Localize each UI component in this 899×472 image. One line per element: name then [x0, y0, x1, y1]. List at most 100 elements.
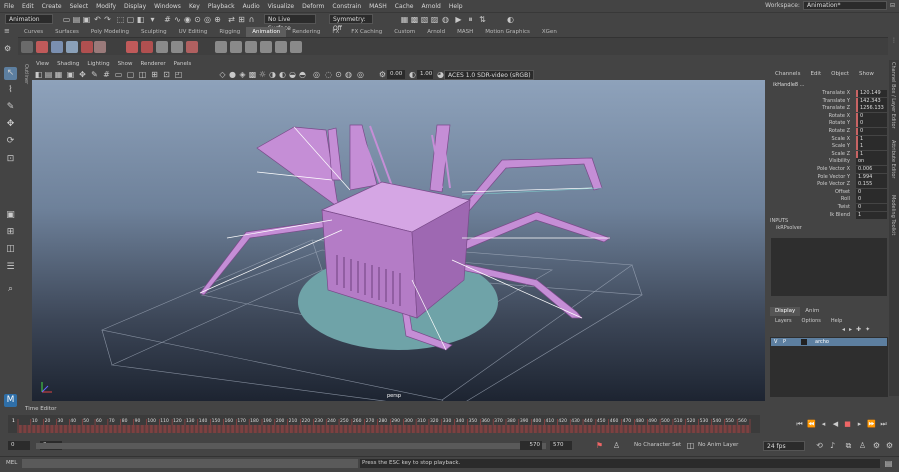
tab-xgen[interactable]: XGen [536, 27, 563, 37]
start-time-field[interactable]: 0 [8, 441, 30, 450]
go-to-start-icon[interactable]: ⏮ [795, 420, 804, 429]
new-layer-icon[interactable]: ✚ [856, 326, 861, 333]
safe-action-icon[interactable]: ⊡ [162, 70, 171, 79]
workspace-dropdown[interactable]: Animation* [802, 1, 887, 10]
tab-custom[interactable]: Custom [388, 27, 421, 37]
snap-live-icon[interactable]: ⊕ [213, 15, 222, 24]
shelf-constraint-orient-icon[interactable] [245, 41, 257, 53]
textured-icon[interactable]: ▩ [248, 70, 257, 79]
attr-value[interactable]: 120.149 [856, 90, 887, 97]
command-input[interactable] [22, 459, 358, 468]
tab-uv-editing[interactable]: UV Editing [173, 27, 214, 37]
menu-cache[interactable]: Cache [391, 3, 418, 10]
shelf-dope-sheet-icon[interactable] [66, 41, 78, 53]
menu-deform[interactable]: Deform [298, 3, 328, 10]
stop-icon[interactable]: ■ [843, 420, 852, 429]
render-view-icon[interactable]: ▦ [400, 15, 409, 24]
channel-menu-show[interactable]: Show [854, 70, 879, 79]
view-transform-dropdown[interactable]: ACES 1.0 SDR-video (sRGB) [444, 70, 534, 80]
shelf-motion-path-icon[interactable] [186, 41, 198, 53]
menu-help[interactable]: Help [445, 3, 467, 10]
ipr-render-icon[interactable]: ▧ [420, 15, 429, 24]
anim-layer-dropdown[interactable]: No Anim Layer [698, 441, 738, 450]
xray-joints-icon[interactable]: ⊙ [334, 70, 343, 79]
attr-row-pole-vector-z[interactable]: Pole Vector Z 0.155 [770, 181, 888, 189]
layer-tab-display[interactable]: Display [770, 307, 801, 316]
snap-curve-icon[interactable]: ∿ [173, 15, 182, 24]
single-view-icon[interactable]: ▣ [4, 209, 17, 222]
inputs-item[interactable]: ikRPsolver [776, 225, 802, 231]
menu-constrain[interactable]: Constrain [328, 3, 365, 10]
step-forward-key-icon[interactable]: ⏩ [867, 420, 876, 429]
shelf-set-breakdown-icon[interactable] [81, 41, 93, 53]
rotate-tool-icon[interactable]: ⟳ [4, 135, 17, 148]
shelf-scroll-icon[interactable]: ⋮ [891, 37, 899, 44]
tab-modeling-toolkit[interactable]: Modeling Toolkit [890, 195, 896, 235]
layer-tab-anim[interactable]: Anim [800, 307, 824, 316]
magnet-icon[interactable]: ∩ [247, 15, 256, 24]
zoom-icon[interactable]: ⌕ [4, 283, 17, 296]
attr-row-scale-y[interactable]: Scale Y 1 [770, 143, 888, 151]
character-icon[interactable]: ♙ [858, 441, 867, 450]
auto-key-icon[interactable]: ⚑ [595, 441, 604, 450]
preferences-icon[interactable]: ⚙ [872, 441, 881, 450]
xray-icon[interactable]: ◌ [324, 70, 333, 79]
shadows-icon[interactable]: ◑ [268, 70, 277, 79]
attr-row-pole-vector-x[interactable]: Pole Vector X 0.006 [770, 166, 888, 174]
tab-fx-caching[interactable]: FX Caching [345, 27, 388, 37]
lasso-tool-icon[interactable]: ⌇ [4, 84, 17, 97]
snap-grid-icon[interactable]: # [163, 15, 172, 24]
attr-value[interactable]: 0 [856, 120, 887, 128]
go-to-end-icon[interactable]: ⏭ [879, 420, 888, 429]
menu-mash[interactable]: MASH [365, 3, 391, 10]
snap-view-icon[interactable]: ⊙ [193, 15, 202, 24]
undo-icon[interactable]: ↶ [93, 15, 102, 24]
attr-row-rotate-x[interactable]: Rotate X 0 [770, 112, 888, 121]
smooth-shade-icon[interactable]: ● [228, 70, 237, 79]
attr-row-translate-z[interactable]: Translate Z 1256.133 [770, 105, 888, 113]
viewport-menu-lighting[interactable]: Lighting [83, 60, 113, 69]
layer-menu-help[interactable]: Help [826, 317, 847, 325]
tab-rendering[interactable]: Rendering [286, 27, 326, 37]
viewport-menu-view[interactable]: View [32, 60, 53, 69]
toggle-icon[interactable]: ⇅ [478, 15, 487, 24]
symmetry-dropdown[interactable]: Symmetry: Off [329, 14, 373, 32]
new-layer-selected-icon[interactable]: ✦ [865, 326, 870, 333]
menu-edit[interactable]: Edit [18, 3, 38, 10]
attr-value[interactable]: 0 [856, 204, 887, 211]
viewport-menu-shading[interactable]: Shading [53, 60, 83, 69]
layer-color-swatch[interactable] [801, 339, 807, 345]
attr-value[interactable]: 142.343 [856, 97, 887, 105]
snap-surface-icon[interactable]: ◎ [203, 15, 212, 24]
move-layer-up-icon[interactable]: ◂ [842, 326, 845, 333]
resolution-gate-icon[interactable]: ▢ [126, 70, 135, 79]
viewport-3d[interactable]: persp [32, 80, 765, 401]
move-layer-down-icon[interactable]: ▸ [849, 326, 852, 333]
gamma-field[interactable]: 1.00 [417, 70, 433, 79]
scale-tool-icon[interactable]: ⊡ [4, 153, 17, 166]
safe-title-icon[interactable]: ◰ [174, 70, 183, 79]
layer-row[interactable]: V P archo [771, 338, 887, 346]
layer-name[interactable]: archo [815, 338, 829, 346]
layer-visible-toggle[interactable]: V [774, 338, 777, 346]
attr-value[interactable]: 0 [856, 188, 887, 196]
viewport-menu-renderer[interactable]: Renderer [136, 60, 169, 69]
menu-display[interactable]: Display [120, 3, 150, 10]
tab-fx[interactable]: FX [326, 27, 345, 37]
tab-poly-modeling[interactable]: Poly Modeling [85, 27, 135, 37]
menu-playback[interactable]: Playback [204, 3, 239, 10]
viewport-menu-show[interactable]: Show [114, 60, 137, 69]
script-editor-icon[interactable]: ▤ [884, 459, 893, 468]
shelf-set-key-icon[interactable] [36, 41, 48, 53]
tab-surfaces[interactable]: Surfaces [49, 27, 85, 37]
select-object-icon[interactable]: ▢ [126, 15, 135, 24]
ambient-occlusion-icon[interactable]: ◐ [278, 70, 287, 79]
attr-value[interactable]: 0 [856, 128, 887, 135]
menu-arnold[interactable]: Arnold [417, 3, 444, 10]
layer-menu-options[interactable]: Options [797, 317, 826, 325]
save-scene-icon[interactable]: ▣ [82, 15, 91, 24]
depth-of-field-icon[interactable]: ◓ [298, 70, 307, 79]
field-chart-icon[interactable]: ⊞ [150, 70, 159, 79]
shelf-constraint-point-icon[interactable] [215, 41, 227, 53]
shelf-ik-icon[interactable] [171, 41, 183, 53]
